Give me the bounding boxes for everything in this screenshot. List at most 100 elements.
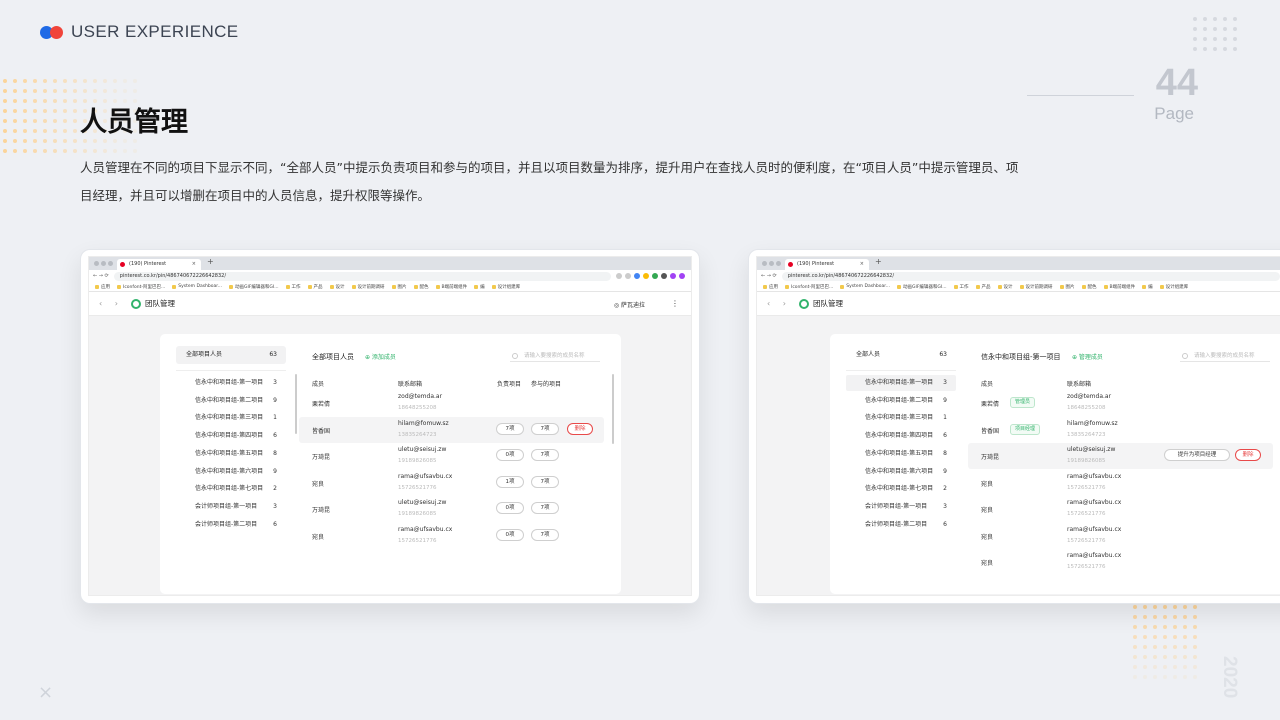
bookmark-item[interactable]: 动画GIF编辑器和GI... bbox=[897, 284, 947, 290]
project-list-item[interactable]: 信永中和项目组-第一项目 3 bbox=[176, 375, 286, 391]
project-list-item[interactable]: 信永中和项目组-第二项目 9 bbox=[176, 393, 286, 409]
sidebar-all-members[interactable]: 全部人员 63 bbox=[846, 346, 956, 364]
dot bbox=[63, 149, 67, 153]
folder-icon bbox=[413, 284, 418, 289]
project-count: 3 bbox=[273, 379, 277, 386]
browser-tab[interactable]: (190) Pinterest × bbox=[785, 259, 869, 270]
bookmark-item[interactable]: 设计 bbox=[997, 284, 1013, 290]
manage-members-button[interactable]: ⊕ 管理成员 bbox=[1072, 352, 1103, 361]
folder-icon bbox=[329, 284, 334, 289]
project-list-item[interactable]: 信永中和项目组-第四项目 6 bbox=[176, 428, 286, 444]
joined-projects-pill[interactable]: 7项 bbox=[531, 449, 559, 461]
search-input[interactable]: 请输入要搜索的成员名称 bbox=[1180, 350, 1270, 362]
project-list-item[interactable]: 信永中和项目组-第七项目 2 bbox=[846, 481, 956, 497]
url-field[interactable]: pinterest.co.kr/pin/486740672226642832/ bbox=[781, 271, 1280, 281]
owned-projects-pill[interactable]: 0项 bbox=[496, 449, 524, 461]
search-input[interactable]: 请输入要搜索的成员名称 bbox=[510, 350, 600, 362]
joined-projects-pill[interactable]: 7项 bbox=[531, 475, 559, 488]
scrollbar[interactable] bbox=[295, 374, 297, 434]
project-list-item[interactable]: 信永中和项目组-第三项目 1 bbox=[846, 410, 956, 426]
bookmark-item[interactable]: 设计前期调研 bbox=[351, 284, 385, 290]
bookmark-item[interactable]: 设计组建库 bbox=[491, 284, 520, 290]
team-logo-icon bbox=[130, 298, 141, 309]
bookmark-item[interactable]: 工作 bbox=[953, 284, 969, 290]
bookmark-item[interactable]: 产品 bbox=[975, 284, 991, 290]
bookmark-item[interactable]: 设计组建库 bbox=[1159, 284, 1188, 290]
bookmark-item[interactable]: 图片 bbox=[391, 284, 407, 290]
project-list-item[interactable]: 会计师项目组-第二项目 6 bbox=[176, 517, 286, 533]
bookmark-item[interactable]: 应用 bbox=[763, 284, 778, 290]
delete-button[interactable]: 删除 bbox=[1235, 449, 1261, 461]
owned-projects-pill[interactable]: 0项 bbox=[496, 502, 524, 514]
new-tab-button[interactable]: + bbox=[207, 257, 214, 266]
tab-close-icon[interactable]: × bbox=[192, 259, 196, 270]
bookmark-item[interactable]: System Dashboar... bbox=[840, 284, 890, 289]
more-icon[interactable]: ⋮ bbox=[671, 299, 679, 308]
dot bbox=[133, 149, 137, 153]
bookmark-item[interactable]: 图片 bbox=[1059, 284, 1075, 290]
bookmark-item[interactable]: B端前端组件 bbox=[1103, 284, 1135, 290]
joined-projects-pill[interactable]: 7项 bbox=[531, 502, 559, 514]
project-list-item[interactable]: 信永中和项目组-第六项目 9 bbox=[176, 464, 286, 480]
joined-projects-pill[interactable]: 7项 bbox=[531, 422, 559, 435]
bookmark-label: Iconfont-阿里巴巴... bbox=[791, 284, 834, 290]
owned-projects-pill[interactable]: 0项 bbox=[496, 528, 524, 541]
bookmark-item[interactable]: System Dashboar... bbox=[172, 284, 222, 289]
owned-projects-pill[interactable]: 1项 bbox=[496, 475, 524, 488]
project-list-item[interactable]: 信永中和项目组-第一项目 3 bbox=[846, 375, 956, 391]
user-menu[interactable]: ◎ 萨瓦迪拉 bbox=[614, 300, 645, 309]
bookmark-item[interactable]: 编 bbox=[474, 284, 485, 290]
bookmark-item[interactable]: Iconfont-阿里巴巴... bbox=[117, 284, 165, 290]
browser-tab[interactable]: (190) Pinterest × bbox=[117, 259, 201, 270]
dot bbox=[33, 119, 37, 123]
bookmark-item[interactable]: 工作 bbox=[285, 284, 301, 290]
extension-icons[interactable] bbox=[616, 273, 691, 279]
add-member-button[interactable]: ⊕ 添加成员 bbox=[365, 352, 396, 361]
dot bbox=[1143, 665, 1147, 669]
window-controls[interactable] bbox=[94, 261, 113, 266]
bookmark-item[interactable]: B端前端组件 bbox=[435, 284, 467, 290]
bookmark-item[interactable]: 编 bbox=[1142, 284, 1153, 290]
tab-close-icon[interactable]: × bbox=[860, 259, 864, 270]
project-list-item[interactable]: 信永中和项目组-第二项目 9 bbox=[846, 393, 956, 409]
app-header: ‹ › 团队管理 bbox=[757, 292, 1280, 316]
nav-arrows-icon[interactable]: ← → ⟳ bbox=[761, 273, 777, 279]
project-list-item[interactable]: 会计师项目组-第二项目 6 bbox=[846, 517, 956, 533]
bookmark-item[interactable]: 应用 bbox=[95, 284, 110, 290]
new-tab-button[interactable]: + bbox=[875, 257, 882, 266]
project-list-item[interactable]: 会计师项目组-第一项目 3 bbox=[846, 499, 956, 515]
url-field[interactable]: pinterest.co.kr/pin/486740672226642832/ bbox=[113, 271, 611, 281]
dot bbox=[13, 99, 17, 103]
project-list-item[interactable]: 信永中和项目组-第五项目 8 bbox=[176, 446, 286, 462]
dot bbox=[13, 79, 17, 83]
project-list-item[interactable]: 信永中和项目组-第六项目 9 bbox=[846, 464, 956, 480]
scrollbar[interactable] bbox=[612, 374, 614, 444]
project-list-item[interactable]: 会计师项目组-第一项目 3 bbox=[176, 499, 286, 515]
delete-button[interactable]: 删除 bbox=[567, 422, 593, 435]
nav-arrows-icon[interactable]: ← → ⟳ bbox=[93, 273, 109, 279]
bookmark-item[interactable]: 动画GIF编辑器和GI... bbox=[229, 284, 279, 290]
project-list-item[interactable]: 信永中和项目组-第四项目 6 bbox=[846, 428, 956, 444]
back-forward-icon[interactable]: ‹ › bbox=[767, 299, 791, 308]
project-list-item[interactable]: 信永中和项目组-第七项目 2 bbox=[176, 481, 286, 497]
project-name: 信永中和项目组-第二项目 bbox=[195, 396, 264, 404]
bookmark-item[interactable]: 设计前期调研 bbox=[1019, 284, 1053, 290]
project-list-item[interactable]: 信永中和项目组-第五项目 8 bbox=[846, 446, 956, 462]
owned-projects-pill[interactable]: 7项 bbox=[496, 422, 524, 435]
bookmark-item[interactable]: Iconfont-阿里巴巴... bbox=[785, 284, 833, 290]
bookmark-item[interactable]: 产品 bbox=[307, 284, 323, 290]
folder-icon bbox=[474, 284, 479, 289]
window-controls[interactable] bbox=[762, 261, 781, 266]
bookmark-item[interactable]: 设计 bbox=[329, 284, 345, 290]
sidebar-all-members[interactable]: 全部项目人员 63 bbox=[176, 346, 286, 364]
promote-button[interactable]: 提升为项目经理 bbox=[1164, 449, 1230, 461]
dot bbox=[123, 139, 127, 143]
dot bbox=[1183, 605, 1187, 609]
bookmark-label: 产品 bbox=[313, 284, 323, 290]
back-forward-icon[interactable]: ‹ › bbox=[99, 299, 123, 308]
project-list-item[interactable]: 信永中和项目组-第三项目 1 bbox=[176, 410, 286, 426]
dot bbox=[1153, 605, 1157, 609]
joined-projects-pill[interactable]: 7项 bbox=[531, 528, 559, 541]
bookmark-item[interactable]: 配色 bbox=[1081, 284, 1097, 290]
bookmark-item[interactable]: 配色 bbox=[413, 284, 429, 290]
